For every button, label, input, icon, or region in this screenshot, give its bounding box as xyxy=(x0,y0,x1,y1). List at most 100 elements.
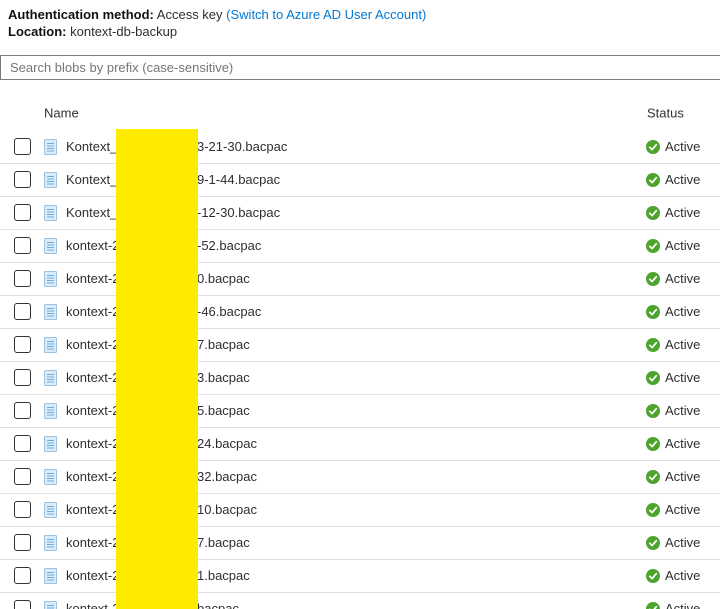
status-label: Active xyxy=(665,296,700,328)
table-header: Name Status xyxy=(0,95,720,132)
row-checkbox[interactable] xyxy=(14,336,31,353)
row-checkbox[interactable] xyxy=(14,204,31,221)
status-label: Active xyxy=(665,428,700,460)
blob-name-suffix: 5.bacpac xyxy=(197,395,250,427)
status-label: Active xyxy=(665,164,700,196)
document-icon xyxy=(44,304,57,320)
blob-name-suffix: 3-21-30.bacpac xyxy=(197,131,287,163)
row-checkbox[interactable] xyxy=(14,237,31,254)
active-check-icon xyxy=(646,272,660,286)
row-checkbox[interactable] xyxy=(14,468,31,485)
document-icon xyxy=(44,502,57,518)
table-row[interactable]: Kontext_9-1-44.bacpac Active xyxy=(0,164,720,197)
document-icon xyxy=(44,436,57,452)
table-row[interactable]: kontext-25.bacpac Active xyxy=(0,395,720,428)
row-checkbox[interactable] xyxy=(14,402,31,419)
status-label: Active xyxy=(665,494,700,526)
auth-method-line: Authentication method: Access key (Switc… xyxy=(8,6,426,23)
document-icon xyxy=(44,337,57,353)
table-row[interactable]: kontext-23.bacpac Active xyxy=(0,362,720,395)
status-label: Active xyxy=(665,131,700,163)
switch-auth-link[interactable]: (Switch to Azure AD User Account) xyxy=(226,7,426,22)
active-check-icon xyxy=(646,536,660,550)
row-checkbox[interactable] xyxy=(14,501,31,518)
active-check-icon xyxy=(646,371,660,385)
blob-container-panel: Authentication method: Access key (Switc… xyxy=(0,0,720,609)
active-check-icon xyxy=(646,569,660,583)
table-row[interactable]: kontext-224.bacpac Active xyxy=(0,428,720,461)
row-checkbox[interactable] xyxy=(14,270,31,287)
active-check-icon xyxy=(646,437,660,451)
table-row[interactable]: Kontext_-12-30.bacpac Active xyxy=(0,197,720,230)
document-icon xyxy=(44,271,57,287)
location-label: Location: xyxy=(8,24,67,39)
document-icon xyxy=(44,535,57,551)
document-icon xyxy=(44,601,57,609)
status-label: Active xyxy=(665,560,700,592)
blob-name-suffix: 3.bacpac xyxy=(197,362,250,394)
blob-name-suffix: 0.bacpac xyxy=(197,263,250,295)
row-checkbox[interactable] xyxy=(14,369,31,386)
document-icon xyxy=(44,205,57,221)
table-row[interactable]: kontext-20.bacpac Active xyxy=(0,263,720,296)
active-check-icon xyxy=(646,503,660,517)
blob-name-suffix: 7.bacpac xyxy=(197,329,250,361)
blob-name-suffix: -12-30.bacpac xyxy=(197,197,280,229)
row-checkbox[interactable] xyxy=(14,303,31,320)
blob-name-suffix: 9-1-44.bacpac xyxy=(197,164,280,196)
row-checkbox[interactable] xyxy=(14,600,31,609)
active-check-icon xyxy=(646,404,660,418)
auth-method-value: Access key xyxy=(157,7,223,22)
status-label: Active xyxy=(665,593,700,609)
location-value: kontext-db-backup xyxy=(70,24,177,39)
active-check-icon xyxy=(646,206,660,220)
blob-name-suffix: 1.bacpac xyxy=(197,560,250,592)
document-icon xyxy=(44,172,57,188)
blob-name-suffix: 7.bacpac xyxy=(197,527,250,559)
document-icon xyxy=(44,403,57,419)
blob-list: Kontext_3-21-30.bacpac Active Kontext_9-… xyxy=(0,131,720,609)
blob-name-suffix: bacpac xyxy=(197,593,239,609)
table-row[interactable]: kontext-210.bacpac Active xyxy=(0,494,720,527)
redaction-overlay xyxy=(116,129,198,609)
column-header-name: Name xyxy=(44,106,79,121)
document-icon xyxy=(44,370,57,386)
row-checkbox[interactable] xyxy=(14,435,31,452)
status-label: Active xyxy=(665,527,700,559)
blob-name-suffix: 32.bacpac xyxy=(197,461,257,493)
blob-name-suffix: 24.bacpac xyxy=(197,428,257,460)
status-label: Active xyxy=(665,230,700,262)
status-label: Active xyxy=(665,263,700,295)
document-icon xyxy=(44,238,57,254)
table-row[interactable]: kontext-27.bacpac Active xyxy=(0,527,720,560)
status-label: Active xyxy=(665,362,700,394)
row-checkbox[interactable] xyxy=(14,534,31,551)
table-row[interactable]: kontext-27.bacpac Active xyxy=(0,329,720,362)
table-row[interactable]: kontext-2-46.bacpac Active xyxy=(0,296,720,329)
blob-name-suffix: -46.bacpac xyxy=(197,296,261,328)
status-label: Active xyxy=(665,395,700,427)
row-checkbox[interactable] xyxy=(14,138,31,155)
active-check-icon xyxy=(646,140,660,154)
table-row[interactable]: kontext-2-52.bacpac Active xyxy=(0,230,720,263)
column-header-status: Status xyxy=(647,106,684,121)
document-icon xyxy=(44,568,57,584)
table-row[interactable]: kontext-21.bacpac Active xyxy=(0,560,720,593)
search-blobs-input[interactable] xyxy=(0,55,720,80)
table-row[interactable]: Kontext_3-21-30.bacpac Active xyxy=(0,131,720,164)
document-icon xyxy=(44,469,57,485)
blob-name-suffix: -52.bacpac xyxy=(197,230,261,262)
active-check-icon xyxy=(646,602,660,609)
blob-name-suffix: 10.bacpac xyxy=(197,494,257,526)
table-row[interactable]: kontext-232.bacpac Active xyxy=(0,461,720,494)
location-line: Location: kontext-db-backup xyxy=(8,23,426,40)
table-row[interactable]: kontext-2bacpac Active xyxy=(0,593,720,609)
document-icon xyxy=(44,139,57,155)
active-check-icon xyxy=(646,305,660,319)
row-checkbox[interactable] xyxy=(14,567,31,584)
auth-method-label: Authentication method: xyxy=(8,7,154,22)
panel-header: Authentication method: Access key (Switc… xyxy=(8,6,426,40)
row-checkbox[interactable] xyxy=(14,171,31,188)
status-label: Active xyxy=(665,197,700,229)
active-check-icon xyxy=(646,239,660,253)
